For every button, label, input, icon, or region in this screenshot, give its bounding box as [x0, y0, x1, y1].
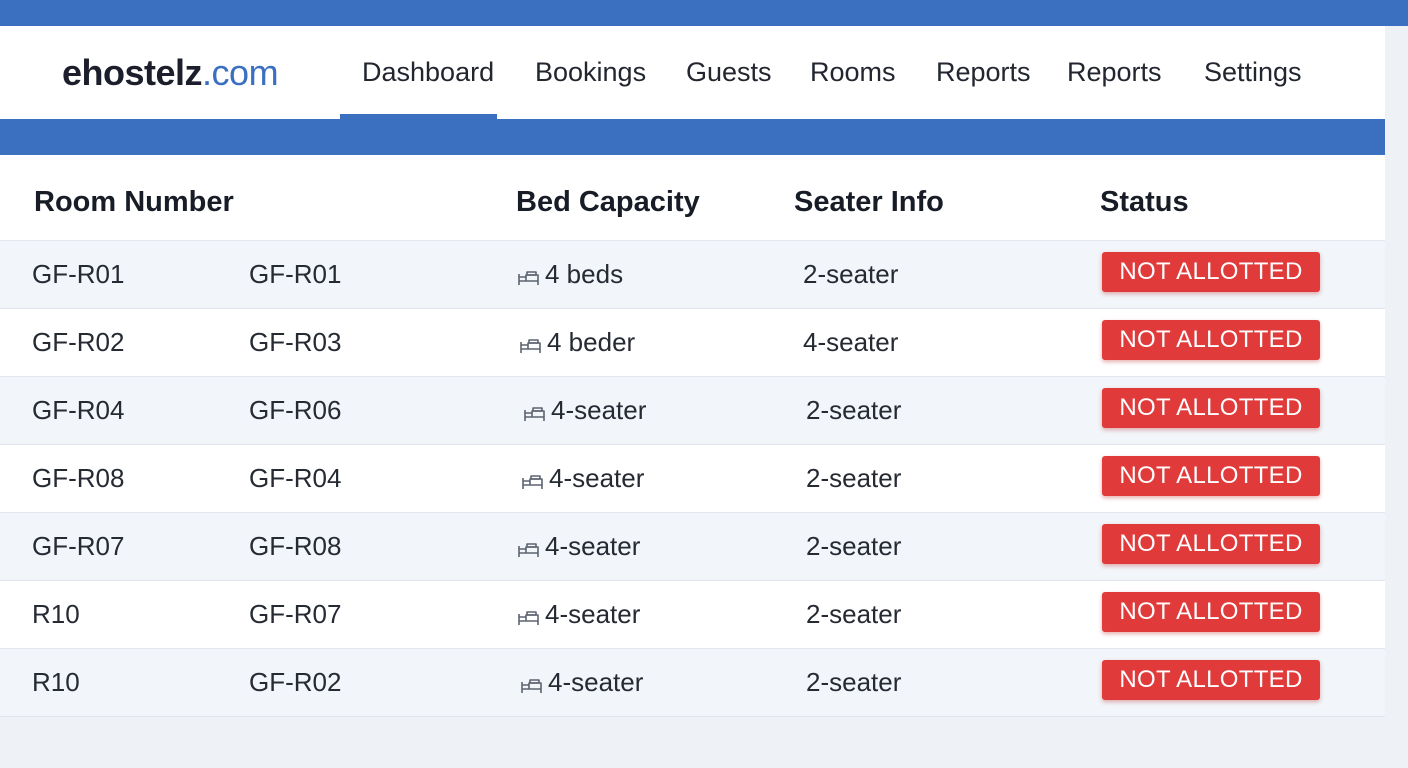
room-alias-cell: GF-R08 — [249, 531, 342, 561]
table-row[interactable]: GF-R04 GF-R06 4-seater 2-seater NOT ALLOTTED — [0, 377, 1385, 445]
table-row[interactable]: R10 GF-R07 4-seater 2-seater NOT ALLOTTED — [0, 581, 1385, 649]
bed-capacity-cell: 4-seater — [516, 513, 640, 580]
seater-info-cell: 2-seater — [806, 667, 902, 697]
bed-capacity-value: 4-seater — [545, 531, 641, 561]
bed-icon — [518, 315, 544, 353]
room-alias-cell: GF-R07 — [249, 599, 342, 629]
status-badge[interactable]: NOT ALLOTTED — [1102, 388, 1320, 428]
bed-capacity-value: 4-seater — [548, 667, 644, 697]
seater-info-cell: 2-seater — [806, 599, 902, 629]
room-alias-cell: GF-R06 — [249, 395, 342, 425]
room-number-cell: R10 — [32, 599, 80, 629]
top-accent-bar — [0, 0, 1408, 26]
room-alias-cell: GF-R01 — [249, 259, 342, 289]
nav-guests[interactable]: Guests — [686, 26, 772, 119]
table-row[interactable]: GF-R02 GF-R03 4 beder 4-seater NOT ALLOTTED — [0, 309, 1385, 377]
status-badge[interactable]: NOT ALLOTTED — [1102, 320, 1320, 360]
room-alias-cell: GF-R04 — [249, 463, 342, 493]
room-number-cell: GF-R02 — [32, 327, 125, 357]
seater-info-cell: 2-seater — [803, 259, 899, 289]
bed-capacity-value: 4-seater — [549, 463, 645, 493]
bed-capacity-cell: 4-seater — [520, 445, 644, 512]
header-seater-info: Seater Info — [794, 186, 944, 218]
bed-icon — [519, 655, 545, 693]
bed-icon — [522, 383, 548, 421]
nav-bookings[interactable]: Bookings — [535, 26, 646, 119]
bed-icon — [516, 519, 542, 557]
table-header: Room Number Bed Capacity Seater Info Sta… — [0, 155, 1385, 241]
room-number-cell: GF-R08 — [32, 463, 125, 493]
nav-reports-2[interactable]: Reports — [1067, 26, 1162, 119]
table-row[interactable]: GF-R07 GF-R08 4-seater 2-seater NOT ALLOTTED — [0, 513, 1385, 581]
bed-capacity-value: 4 beder — [547, 327, 636, 357]
room-number-cell: GF-R01 — [32, 259, 125, 289]
nav-dashboard[interactable]: Dashboard — [362, 26, 494, 119]
app-logo[interactable]: ehostelz.com — [62, 26, 279, 119]
status-badge[interactable]: NOT ALLOTTED — [1102, 524, 1320, 564]
bed-capacity-cell: 4-seater — [519, 649, 643, 716]
bed-capacity-value: 4-seater — [545, 599, 641, 629]
room-number-cell: GF-R07 — [32, 531, 125, 561]
bed-capacity-value: 4-seater — [551, 395, 647, 425]
status-badge[interactable]: NOT ALLOTTED — [1102, 660, 1320, 700]
bed-capacity-cell: 4-seater — [522, 377, 646, 444]
app-header: ehostelz.com Dashboard Bookings Guests R… — [0, 26, 1385, 119]
bed-icon — [516, 587, 542, 625]
bed-capacity-cell: 4 beds — [516, 241, 623, 308]
bed-capacity-cell: 4-seater — [516, 581, 640, 648]
status-badge[interactable]: NOT ALLOTTED — [1102, 252, 1320, 292]
rooms-table: Room Number Bed Capacity Seater Info Sta… — [0, 155, 1385, 717]
room-number-cell: GF-R04 — [32, 395, 125, 425]
bed-capacity-value: 4 beds — [545, 259, 624, 289]
seater-info-cell: 4-seater — [803, 327, 899, 357]
header-status: Status — [1100, 186, 1189, 218]
page-right-margin — [1385, 26, 1408, 768]
status-badge[interactable]: NOT ALLOTTED — [1102, 592, 1320, 632]
status-badge[interactable]: NOT ALLOTTED — [1102, 456, 1320, 496]
header-bed-capacity: Bed Capacity — [516, 186, 700, 218]
header-band — [0, 119, 1385, 155]
table-row[interactable]: GF-R08 GF-R04 4-seater 2-seater NOT ALLOTTED — [0, 445, 1385, 513]
bed-icon — [520, 451, 546, 489]
header-room-number: Room Number — [34, 186, 234, 218]
table-row[interactable]: GF-R01 GF-R01 4 beds 2-seater NOT ALLOTTED — [0, 241, 1385, 309]
room-alias-cell: GF-R02 — [249, 667, 342, 697]
nav-rooms[interactable]: Rooms — [810, 26, 896, 119]
nav-settings[interactable]: Settings — [1204, 26, 1302, 119]
room-alias-cell: GF-R03 — [249, 327, 342, 357]
seater-info-cell: 2-seater — [806, 531, 902, 561]
nav-reports[interactable]: Reports — [936, 26, 1031, 119]
table-row[interactable]: R10 GF-R02 4-seater 2-seater NOT ALLOTTED — [0, 649, 1385, 717]
seater-info-cell: 2-seater — [806, 395, 902, 425]
bed-icon — [516, 247, 542, 285]
bed-capacity-cell: 4 beder — [518, 309, 635, 376]
room-number-cell: R10 — [32, 667, 80, 697]
seater-info-cell: 2-seater — [806, 463, 902, 493]
